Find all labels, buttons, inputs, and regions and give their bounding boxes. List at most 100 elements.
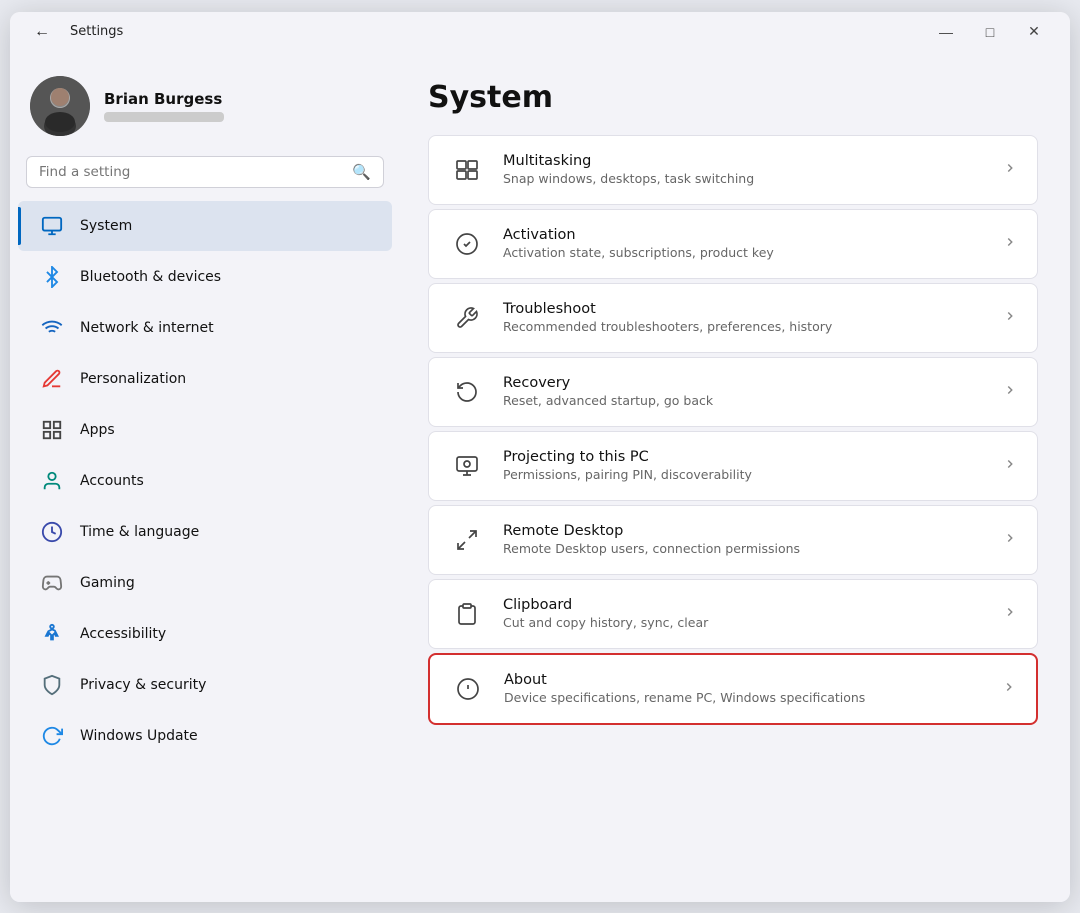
settings-list: Multitasking Snap windows, desktops, task… <box>428 135 1038 725</box>
sidebar-item-accessibility[interactable]: Accessibility <box>18 609 392 659</box>
projecting-name: Projecting to this PC <box>503 449 985 465</box>
user-subtitle <box>104 112 224 122</box>
back-button[interactable]: ← <box>26 19 58 45</box>
sidebar: Brian Burgess 🔍 System Bluetooth & device… <box>10 52 400 902</box>
privacy-icon <box>38 671 66 699</box>
bluetooth-icon <box>38 263 66 291</box>
setting-item-activation[interactable]: Activation Activation state, subscription… <box>428 209 1038 279</box>
multitasking-setting-icon <box>449 152 485 188</box>
recovery-setting-icon <box>449 374 485 410</box>
recovery-chevron-icon <box>1003 383 1017 401</box>
sidebar-item-bluetooth[interactable]: Bluetooth & devices <box>18 252 392 302</box>
search-icon: 🔍 <box>352 163 371 181</box>
multitasking-text: Multitasking Snap windows, desktops, task… <box>503 153 985 186</box>
sidebar-item-label-bluetooth: Bluetooth & devices <box>80 269 221 285</box>
about-desc: Device specifications, rename PC, Window… <box>504 690 984 705</box>
setting-item-remote-desktop[interactable]: Remote Desktop Remote Desktop users, conn… <box>428 505 1038 575</box>
sidebar-item-time[interactable]: Time & language <box>18 507 392 557</box>
multitasking-desc: Snap windows, desktops, task switching <box>503 171 985 186</box>
projecting-setting-icon <box>449 448 485 484</box>
minimize-button[interactable]: — <box>926 16 966 48</box>
update-icon <box>38 722 66 750</box>
setting-item-about[interactable]: About Device specifications, rename PC, W… <box>428 653 1038 725</box>
activation-desc: Activation state, subscriptions, product… <box>503 245 985 260</box>
network-icon <box>38 314 66 342</box>
multitasking-name: Multitasking <box>503 153 985 169</box>
activation-chevron-icon <box>1003 235 1017 253</box>
sidebar-item-label-update: Windows Update <box>80 728 198 744</box>
search-input[interactable] <box>39 164 344 180</box>
remote-desktop-desc: Remote Desktop users, connection permiss… <box>503 541 985 556</box>
troubleshoot-name: Troubleshoot <box>503 301 985 317</box>
activation-name: Activation <box>503 227 985 243</box>
user-section: Brian Burgess <box>10 60 400 156</box>
maximize-button[interactable]: □ <box>970 16 1010 48</box>
sidebar-item-label-system: System <box>80 218 132 234</box>
troubleshoot-setting-icon <box>449 300 485 336</box>
sidebar-item-privacy[interactable]: Privacy & security <box>18 660 392 710</box>
projecting-chevron-icon <box>1003 457 1017 475</box>
remote-desktop-text: Remote Desktop Remote Desktop users, conn… <box>503 523 985 556</box>
remote-desktop-name: Remote Desktop <box>503 523 985 539</box>
setting-item-troubleshoot[interactable]: Troubleshoot Recommended troubleshooters,… <box>428 283 1038 353</box>
titlebar-controls: — □ ✕ <box>926 16 1054 48</box>
titlebar: ← Settings — □ ✕ <box>10 12 1070 52</box>
about-setting-icon <box>450 671 486 707</box>
setting-item-clipboard[interactable]: Clipboard Cut and copy history, sync, cle… <box>428 579 1038 649</box>
personalization-icon <box>38 365 66 393</box>
accounts-icon <box>38 467 66 495</box>
recovery-name: Recovery <box>503 375 985 391</box>
troubleshoot-chevron-icon <box>1003 309 1017 327</box>
troubleshoot-desc: Recommended troubleshooters, preferences… <box>503 319 985 334</box>
sidebar-item-label-time: Time & language <box>80 524 199 540</box>
projecting-text: Projecting to this PC Permissions, pairin… <box>503 449 985 482</box>
recovery-text: Recovery Reset, advanced startup, go back <box>503 375 985 408</box>
remote-desktop-chevron-icon <box>1003 531 1017 549</box>
main-content: System MultitaskingSnap windows, desktop… <box>400 52 1070 902</box>
setting-item-recovery[interactable]: Recovery Reset, advanced startup, go back <box>428 357 1038 427</box>
titlebar-title: Settings <box>70 24 123 39</box>
troubleshoot-text: Troubleshoot Recommended troubleshooters,… <box>503 301 985 334</box>
avatar <box>30 76 90 136</box>
about-text: About Device specifications, rename PC, W… <box>504 672 984 705</box>
projecting-desc: Permissions, pairing PIN, discoverabilit… <box>503 467 985 482</box>
close-button[interactable]: ✕ <box>1014 16 1054 48</box>
sidebar-item-label-accounts: Accounts <box>80 473 144 489</box>
sidebar-item-system[interactable]: System <box>18 201 392 251</box>
about-chevron-icon <box>1002 680 1016 698</box>
sidebar-item-label-apps: Apps <box>80 422 115 438</box>
clipboard-text: Clipboard Cut and copy history, sync, cle… <box>503 597 985 630</box>
apps-icon <box>38 416 66 444</box>
sidebar-item-personalization[interactable]: Personalization <box>18 354 392 404</box>
sidebar-item-apps[interactable]: Apps <box>18 405 392 455</box>
activation-text: Activation Activation state, subscription… <box>503 227 985 260</box>
accessibility-icon <box>38 620 66 648</box>
recovery-desc: Reset, advanced startup, go back <box>503 393 985 408</box>
sidebar-item-network[interactable]: Network & internet <box>18 303 392 353</box>
sidebar-item-accounts[interactable]: Accounts <box>18 456 392 506</box>
sidebar-item-label-personalization: Personalization <box>80 371 186 387</box>
settings-window: ← Settings — □ ✕ <box>10 12 1070 902</box>
sidebar-item-label-network: Network & internet <box>80 320 214 336</box>
setting-item-multitasking[interactable]: Multitasking Snap windows, desktops, task… <box>428 135 1038 205</box>
clipboard-name: Clipboard <box>503 597 985 613</box>
search-box[interactable]: 🔍 <box>26 156 384 188</box>
setting-item-projecting[interactable]: Projecting to this PC Permissions, pairin… <box>428 431 1038 501</box>
sidebar-item-gaming[interactable]: Gaming <box>18 558 392 608</box>
titlebar-left: ← Settings <box>26 19 123 45</box>
system-icon <box>38 212 66 240</box>
multitasking-chevron-icon <box>1003 161 1017 179</box>
clipboard-setting-icon <box>449 596 485 632</box>
user-name: Brian Burgess <box>104 90 224 108</box>
content-area: Brian Burgess 🔍 System Bluetooth & device… <box>10 52 1070 902</box>
remote-desktop-setting-icon <box>449 522 485 558</box>
about-name: About <box>504 672 984 688</box>
clipboard-desc: Cut and copy history, sync, clear <box>503 615 985 630</box>
sidebar-item-label-privacy: Privacy & security <box>80 677 206 693</box>
activation-setting-icon <box>449 226 485 262</box>
user-info: Brian Burgess <box>104 90 224 122</box>
nav-list: System Bluetooth & devices Network & inter… <box>10 200 400 762</box>
sidebar-item-update[interactable]: Windows Update <box>18 711 392 761</box>
sidebar-item-label-accessibility: Accessibility <box>80 626 166 642</box>
sidebar-item-label-gaming: Gaming <box>80 575 135 591</box>
